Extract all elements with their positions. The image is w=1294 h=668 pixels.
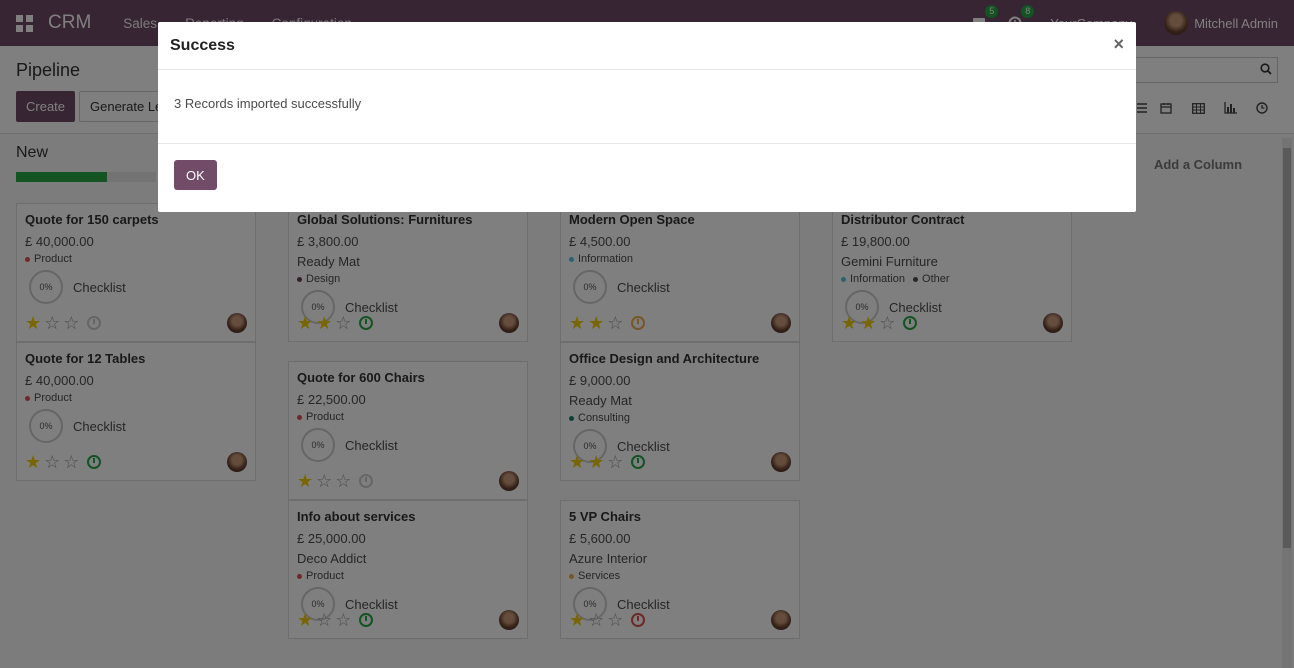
dialog-title: Success: [170, 36, 235, 54]
success-dialog: Success × 3 Records imported successfull…: [158, 22, 1136, 212]
dialog-header: Success: [158, 22, 1136, 70]
close-icon[interactable]: ×: [1113, 34, 1124, 55]
ok-button[interactable]: OK: [174, 160, 217, 190]
dialog-body: 3 Records imported successfully: [158, 70, 1136, 144]
dialog-footer: OK: [158, 144, 1136, 206]
dialog-message: 3 Records imported successfully: [174, 96, 362, 111]
